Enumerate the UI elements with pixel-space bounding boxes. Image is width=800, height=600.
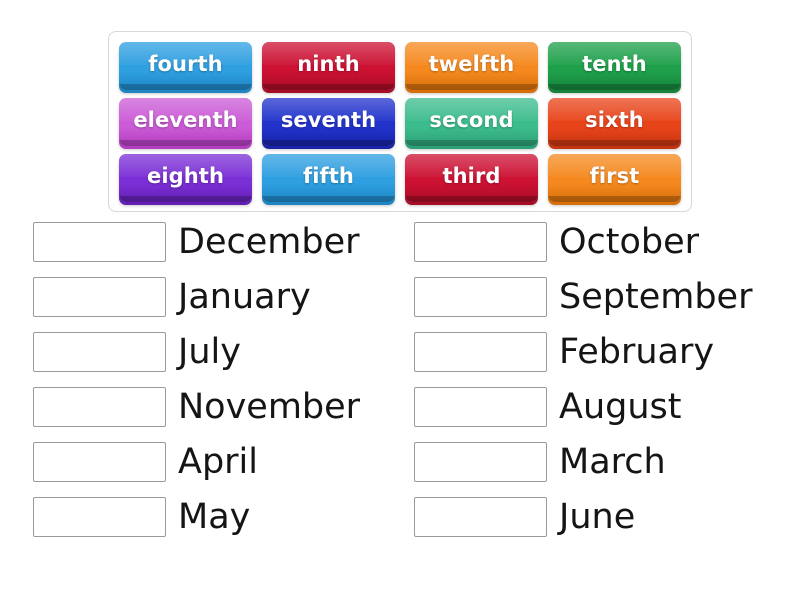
- answer-label: July: [178, 331, 241, 372]
- draggable-tile[interactable]: eighth: [119, 154, 252, 202]
- tile-label: second: [429, 108, 514, 132]
- answer-label: August: [559, 386, 682, 427]
- answer-row: June: [414, 497, 794, 537]
- answer-row: April: [33, 442, 413, 482]
- drop-zone[interactable]: [414, 497, 547, 537]
- draggable-tile[interactable]: ninth: [262, 42, 395, 90]
- drop-zone[interactable]: [33, 387, 166, 427]
- tile-label: ninth: [297, 52, 360, 76]
- answer-row: January: [33, 277, 413, 317]
- draggable-tile[interactable]: third: [405, 154, 538, 202]
- tile-label: tenth: [582, 52, 647, 76]
- tile-row: eighth fifth third first: [114, 150, 686, 206]
- tile-tray: fourth ninth twelfth tenth eleventh seve…: [108, 31, 692, 212]
- answer-row: February: [414, 332, 794, 372]
- answer-row: May: [33, 497, 413, 537]
- drop-zone[interactable]: [33, 222, 166, 262]
- draggable-tile[interactable]: first: [548, 154, 681, 202]
- draggable-tile[interactable]: second: [405, 98, 538, 146]
- answer-label: January: [178, 276, 311, 317]
- answer-label: February: [559, 331, 715, 372]
- tile-row: fourth ninth twelfth tenth: [114, 38, 686, 94]
- answer-column-left: December January July November April May: [33, 222, 413, 552]
- drop-zone[interactable]: [33, 332, 166, 372]
- draggable-tile[interactable]: eleventh: [119, 98, 252, 146]
- tile-label: third: [442, 164, 501, 188]
- tile-label: twelfth: [428, 52, 515, 76]
- draggable-tile[interactable]: fourth: [119, 42, 252, 90]
- draggable-tile[interactable]: twelfth: [405, 42, 538, 90]
- draggable-tile[interactable]: tenth: [548, 42, 681, 90]
- drop-zone[interactable]: [33, 277, 166, 317]
- drop-zone[interactable]: [414, 442, 547, 482]
- answer-label: November: [178, 386, 361, 427]
- tile-label: sixth: [585, 108, 644, 132]
- drop-zone[interactable]: [414, 387, 547, 427]
- drop-zone[interactable]: [33, 497, 166, 537]
- answer-label: September: [559, 276, 753, 317]
- answer-row: December: [33, 222, 413, 262]
- answer-label: April: [178, 441, 258, 482]
- answer-label: March: [559, 441, 666, 482]
- tile-row: eleventh seventh second sixth: [114, 94, 686, 150]
- tile-label: fifth: [303, 164, 354, 188]
- answer-label: December: [178, 221, 360, 262]
- tile-label: fourth: [148, 52, 223, 76]
- answer-row: August: [414, 387, 794, 427]
- drop-zone[interactable]: [414, 222, 547, 262]
- draggable-tile[interactable]: seventh: [262, 98, 395, 146]
- answer-row: March: [414, 442, 794, 482]
- tile-label: seventh: [280, 108, 377, 132]
- answer-label: October: [559, 221, 700, 262]
- answer-row: September: [414, 277, 794, 317]
- answer-label: June: [559, 496, 636, 537]
- drop-zone[interactable]: [414, 277, 547, 317]
- answer-row: July: [33, 332, 413, 372]
- answer-row: November: [33, 387, 413, 427]
- draggable-tile[interactable]: sixth: [548, 98, 681, 146]
- drop-zone[interactable]: [414, 332, 547, 372]
- tile-label: first: [589, 164, 640, 188]
- answer-row: October: [414, 222, 794, 262]
- answer-label: May: [178, 496, 251, 537]
- tile-label: eighth: [146, 164, 224, 188]
- tile-label: eleventh: [133, 108, 238, 132]
- drop-zone[interactable]: [33, 442, 166, 482]
- draggable-tile[interactable]: fifth: [262, 154, 395, 202]
- answer-column-right: October September February August March …: [414, 222, 794, 552]
